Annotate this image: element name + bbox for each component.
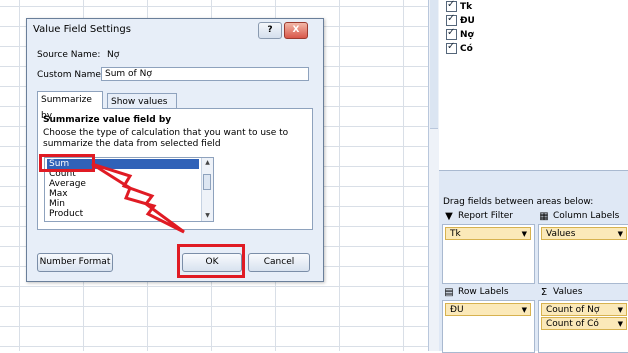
cancel-button[interactable]: Cancel (248, 253, 310, 272)
custom-name-input[interactable]: Sum of Nợ (101, 67, 309, 81)
field-item-tk[interactable]: Tk (446, 0, 472, 13)
scrollbar-thumb[interactable] (430, 0, 438, 129)
column-labels-area[interactable]: Values ▼ (538, 224, 628, 284)
filter-pill-tk[interactable]: Tk ▼ (445, 227, 531, 240)
values-area[interactable]: Count of Nợ ▼ Count of Có ▼ (538, 300, 628, 353)
report-filter-header: ▼ Report Filter (443, 209, 513, 223)
column-labels-header: ▦ Column Labels (538, 209, 619, 223)
listbox-scrollbar[interactable]: ▲ ▼ (201, 158, 213, 221)
field-item-co[interactable]: Có (446, 41, 473, 55)
pivot-field-list-panel: Tk ĐU Nợ Có Drag fields between areas be… (439, 0, 628, 353)
column-labels-label: Column Labels (553, 211, 620, 221)
pill-label: Count of Nợ (546, 304, 600, 315)
field-checkbox[interactable] (446, 27, 457, 40)
source-name-label: Source Name: (37, 50, 101, 60)
field-item-no[interactable]: Nợ (446, 27, 474, 41)
scroll-down-icon[interactable]: ▼ (202, 211, 213, 221)
scroll-up-icon[interactable]: ▲ (202, 158, 213, 168)
field-checkbox[interactable] (446, 41, 457, 54)
scrollbar-thumb[interactable] (203, 174, 211, 190)
field-label: Nợ (460, 29, 474, 40)
number-format-button[interactable]: Number Format (37, 253, 113, 272)
field-list: Tk ĐU Nợ Có (439, 0, 628, 171)
field-item-du[interactable]: ĐU (446, 13, 475, 27)
pill-label: ĐU (450, 304, 464, 315)
sigma-icon: Σ (540, 286, 548, 298)
highlight-sum-box (39, 154, 95, 172)
source-name-value: Nợ (107, 50, 120, 60)
row-labels-header: ▤ Row Labels (443, 285, 509, 299)
help-button[interactable]: ? (258, 22, 282, 39)
values-header: Σ Values (538, 285, 583, 299)
field-label: Có (460, 43, 473, 54)
section-title: Summarize value field by (43, 115, 172, 125)
chevron-down-icon[interactable]: ▼ (618, 318, 623, 330)
field-checkbox[interactable] (446, 0, 457, 12)
pill-label: Tk (450, 228, 461, 239)
chevron-down-icon[interactable]: ▼ (522, 304, 527, 316)
custom-name-label: Custom Name: (37, 70, 104, 80)
pill-label: Values (546, 228, 576, 239)
drag-hint: Drag fields between areas below: (443, 197, 594, 207)
dialog-title: Value Field Settings (33, 24, 131, 35)
tab-show-values-as[interactable]: Show values as (107, 93, 177, 123)
values-label: Values (553, 287, 583, 297)
row-labels-area[interactable]: ĐU ▼ (442, 300, 535, 353)
report-filter-label: Report Filter (458, 211, 513, 221)
row-labels-icon: ▤ (444, 286, 454, 298)
chevron-down-icon[interactable]: ▼ (522, 228, 527, 240)
column-labels-icon: ▦ (539, 210, 549, 222)
lightning-arrow-icon (91, 162, 185, 234)
chevron-down-icon[interactable]: ▼ (618, 304, 623, 316)
dialog-titlebar[interactable]: Value Field Settings ? X (27, 19, 323, 41)
field-label: Tk (460, 1, 473, 12)
section-description: Choose the type of calculation that you … (43, 128, 289, 149)
column-pill-values[interactable]: Values ▼ (541, 227, 627, 240)
close-button[interactable]: X (284, 22, 308, 39)
pill-label: Count of Có (546, 318, 599, 329)
chevron-down-icon[interactable]: ▼ (618, 228, 623, 240)
tab-summarize-by[interactable]: Summarize by (37, 91, 103, 121)
field-label: ĐU (460, 15, 475, 26)
values-pill-count-co[interactable]: Count of Có ▼ (541, 317, 627, 330)
report-filter-area[interactable]: Tk ▼ (442, 224, 535, 284)
field-checkbox[interactable] (446, 13, 457, 26)
row-pill-du[interactable]: ĐU ▼ (445, 303, 531, 316)
row-labels-label: Row Labels (458, 287, 509, 297)
filter-icon: ▼ (445, 210, 453, 222)
values-pill-count-no[interactable]: Count of Nợ ▼ (541, 303, 627, 316)
